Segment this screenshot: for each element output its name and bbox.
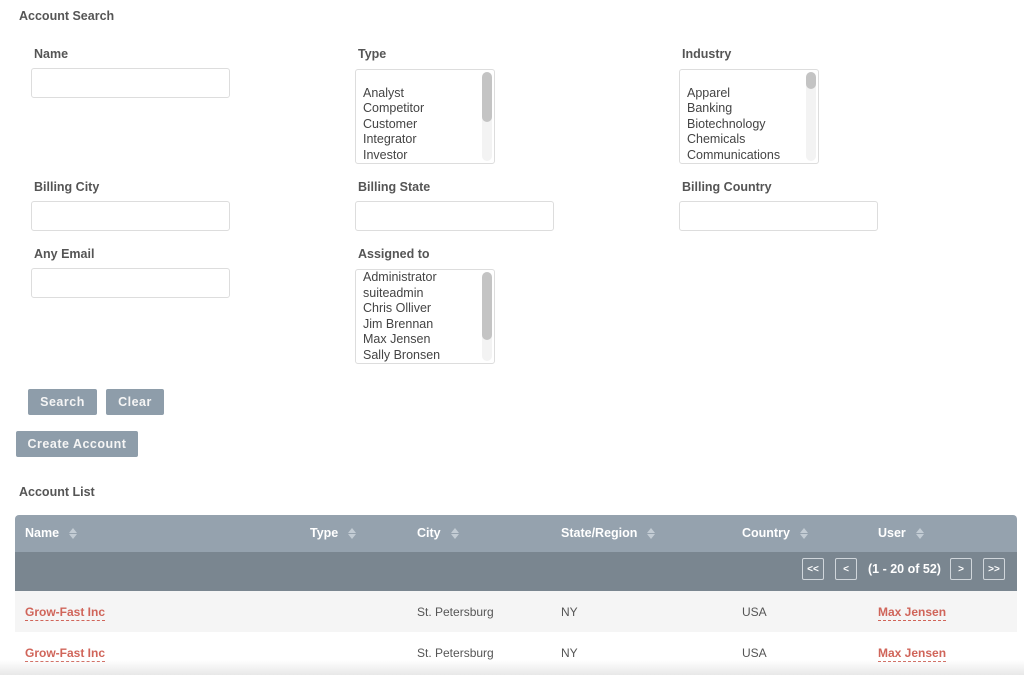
type-scroll-thumb[interactable] — [482, 72, 492, 122]
sort-icon[interactable] — [450, 527, 459, 539]
column-label: Type — [310, 526, 339, 540]
city-cell: St. Petersburg — [417, 646, 494, 660]
column-header-country[interactable]: Country — [742, 526, 808, 540]
column-header-city[interactable]: City — [417, 526, 459, 540]
industry-option[interactable]: Banking — [687, 101, 780, 117]
assigned-to-option[interactable]: Max Jensen — [363, 332, 440, 348]
create-account-button[interactable]: Create Account — [16, 431, 138, 457]
next-page-button[interactable]: > — [950, 558, 972, 580]
type-option[interactable]: Competitor — [363, 101, 424, 117]
account-name-link[interactable]: Grow-Fast Inc — [25, 605, 106, 621]
industry-label: Industry — [682, 47, 732, 61]
assigned-to-option[interactable]: suiteadmin — [363, 286, 440, 302]
city-cell: St. Petersburg — [417, 605, 494, 619]
column-header-type[interactable]: Type — [310, 526, 357, 540]
industry-scrollbar[interactable] — [806, 72, 816, 161]
assigned-to-listbox[interactable]: Administrator suiteadmin Chris Olliver J… — [355, 269, 495, 364]
type-option[interactable]: Investor — [363, 148, 424, 164]
pagination-bar: << < (1 - 20 of 52) > >> — [15, 552, 1017, 591]
name-label: Name — [34, 47, 69, 61]
column-label: City — [417, 526, 441, 540]
page-range: (1 - 20 of 52) — [868, 562, 941, 576]
assigned-to-scrollbar[interactable] — [482, 272, 492, 361]
sort-icon[interactable] — [348, 527, 357, 539]
assigned-to-scroll-thumb[interactable] — [482, 272, 492, 340]
account-list-title: Account List — [19, 485, 95, 499]
state-cell: NY — [561, 605, 578, 619]
billing-state-input[interactable] — [355, 201, 554, 231]
country-cell: USA — [742, 605, 767, 619]
column-label: User — [878, 526, 906, 540]
table-header: Name Type City State/Region Country User — [15, 515, 1017, 552]
column-label: Name — [25, 526, 60, 540]
first-page-button[interactable]: << — [802, 558, 824, 580]
assigned-to-label: Assigned to — [358, 247, 430, 261]
sort-icon[interactable] — [647, 527, 656, 539]
column-header-state[interactable]: State/Region — [561, 526, 656, 540]
billing-city-input[interactable] — [31, 201, 230, 231]
column-label: Country — [742, 526, 790, 540]
sort-icon[interactable] — [69, 527, 78, 539]
industry-listbox[interactable]: Apparel Banking Biotechnology Chemicals … — [679, 69, 819, 164]
country-cell: USA — [742, 646, 767, 660]
billing-country-label: Billing Country — [682, 180, 772, 194]
any-email-label: Any Email — [34, 247, 95, 261]
any-email-input[interactable] — [31, 268, 230, 298]
assigned-to-option[interactable]: Jim Brennan — [363, 317, 440, 333]
industry-option[interactable]: Apparel — [687, 86, 780, 102]
assigned-to-option[interactable]: Sally Bronsen — [363, 348, 440, 364]
state-cell: NY — [561, 646, 578, 660]
type-option[interactable]: Analyst — [363, 86, 424, 102]
last-page-button[interactable]: >> — [983, 558, 1005, 580]
type-label: Type — [358, 47, 387, 61]
industry-option[interactable]: Communications — [687, 148, 780, 164]
industry-option[interactable] — [687, 70, 780, 86]
name-input[interactable] — [31, 68, 230, 98]
column-header-user[interactable]: User — [878, 526, 924, 540]
assigned-to-option[interactable]: Administrator — [363, 270, 440, 286]
type-option[interactable] — [363, 70, 424, 86]
search-button[interactable]: Search — [28, 389, 97, 415]
type-option[interactable]: Integrator — [363, 132, 424, 148]
column-header-name[interactable]: Name — [25, 526, 78, 540]
industry-option[interactable]: Chemicals — [687, 132, 780, 148]
industry-option[interactable]: Biotechnology — [687, 117, 780, 133]
billing-state-label: Billing State — [358, 180, 431, 194]
type-option[interactable]: Customer — [363, 117, 424, 133]
billing-country-input[interactable] — [679, 201, 878, 231]
billing-city-label: Billing City — [34, 180, 100, 194]
table-row: Grow-Fast Inc St. Petersburg NY USA Max … — [15, 591, 1017, 632]
type-listbox[interactable]: Analyst Competitor Customer Integrator I… — [355, 69, 495, 164]
sort-icon[interactable] — [915, 527, 924, 539]
assigned-to-option[interactable]: Chris Olliver — [363, 301, 440, 317]
industry-scroll-thumb[interactable] — [806, 72, 816, 89]
account-search-title: Account Search — [19, 9, 115, 23]
bottom-fade — [0, 660, 1024, 675]
column-label: State/Region — [561, 526, 638, 540]
prev-page-button[interactable]: < — [835, 558, 857, 580]
type-scrollbar[interactable] — [482, 72, 492, 161]
clear-button[interactable]: Clear — [106, 389, 164, 415]
user-link[interactable]: Max Jensen — [878, 605, 947, 621]
sort-icon[interactable] — [799, 527, 808, 539]
